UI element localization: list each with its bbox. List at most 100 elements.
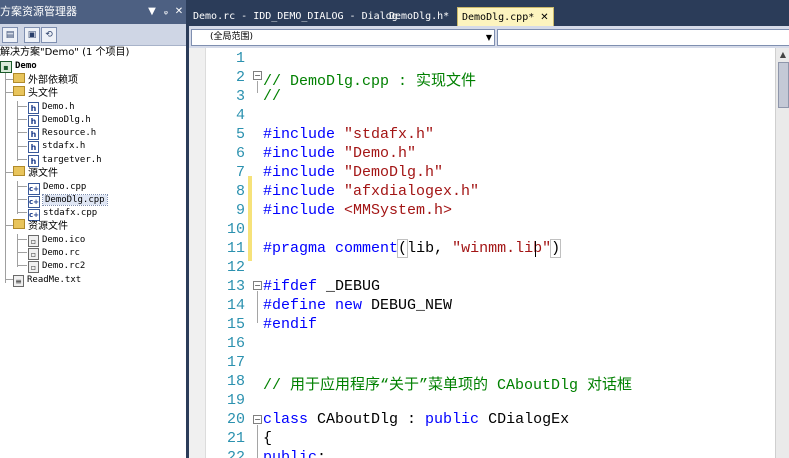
line-number: 5 xyxy=(235,126,245,143)
tree-item-file[interactable]: ▫ Demo.rc2 xyxy=(28,259,86,273)
dropdown-arrow-icon[interactable]: ▼ xyxy=(146,5,158,19)
collapse-icon[interactable]: − xyxy=(253,281,262,290)
close-tab-icon[interactable]: ✕ xyxy=(540,12,548,23)
line-number: 2 xyxy=(235,69,245,86)
tree-item-file[interactable]: c+ stdafx.cpp xyxy=(28,206,98,221)
tree-guide-line xyxy=(17,119,27,120)
code-line: // 用于应用程序“关于”菜单项的 CAboutDlg 对话框 xyxy=(263,377,633,394)
tab-label: DemoDlg.cpp* xyxy=(462,12,535,23)
tree-guide-line xyxy=(17,252,27,253)
code-line: #pragma comment(lib, "winmm.lib") xyxy=(263,239,562,258)
tree-item-resource-files[interactable]: 资源文件 xyxy=(13,219,68,232)
tree-item-label: 资源文件 xyxy=(28,221,68,232)
tree-item-label: stdafx.cpp xyxy=(43,208,98,218)
line-number: 1 xyxy=(235,50,245,67)
line-number: 10 xyxy=(226,221,245,238)
code-line: #include "Demo.h" xyxy=(263,145,417,162)
tree-item-file[interactable]: h targetver.h xyxy=(28,153,102,167)
scroll-thumb[interactable] xyxy=(778,62,789,108)
tree-item-solution[interactable]: 解决方案"Demo" (1 个项目) xyxy=(0,46,129,59)
tree-item-file[interactable]: h Resource.h xyxy=(28,126,97,140)
scope-dropdown[interactable]: (全局范围) ▼ xyxy=(191,29,495,46)
tree-item-file[interactable]: ▫ Demo.ico xyxy=(28,233,86,247)
tree-item-label: Resource.h xyxy=(42,128,97,138)
tree-item-label: Demo.ico xyxy=(42,235,86,245)
chevron-down-icon: ▼ xyxy=(485,33,492,42)
code-editor[interactable]: − − − 1 2 3 4 5 6 7 8 9 10 11 12 13 14 1… xyxy=(189,48,775,458)
member-dropdown[interactable] xyxy=(497,29,789,46)
line-number: 20 xyxy=(226,411,245,428)
tree-guide-line xyxy=(17,132,27,133)
pin-icon[interactable]: ᵩ xyxy=(160,5,172,19)
code-line: // xyxy=(263,88,282,105)
document-tabs: Demo.rc - IDD_DEMO_DIALOG - Dialog DemoD… xyxy=(189,0,789,27)
error-squiggle xyxy=(538,253,548,256)
tree-item-source-files[interactable]: 源文件 xyxy=(13,166,58,179)
tree-item-label: Demo.rc xyxy=(42,248,80,258)
tree-item-project[interactable]: ▪ Demo xyxy=(0,59,37,73)
outline-line xyxy=(257,425,258,458)
tree-guide-line xyxy=(5,225,13,226)
folder-icon xyxy=(13,166,25,176)
scope-value: (全局范围) xyxy=(210,32,254,42)
tree-guide-line xyxy=(17,239,27,240)
tab-demodlg-cpp[interactable]: DemoDlg.cpp* ✕ xyxy=(457,7,554,27)
folder-icon xyxy=(13,219,25,229)
line-number: 19 xyxy=(226,392,245,409)
line-number: 6 xyxy=(235,145,245,162)
project-icon: ▪ xyxy=(0,61,12,73)
refresh-icon[interactable]: ⟲ xyxy=(41,27,57,43)
tree-item-file[interactable]: h stdafx.h xyxy=(28,139,85,153)
vertical-scrollbar[interactable]: ▲ xyxy=(775,48,789,458)
tab-demo-rc[interactable]: Demo.rc - IDD_DEMO_DIALOG - Dialog xyxy=(193,9,398,26)
tree-item-external-dependencies[interactable]: 外部依赖项 xyxy=(13,73,78,86)
solution-explorer-panel: 方案资源管理器 ▼ ᵩ ✕ ▤ ▣ ⟲ 解决方案"Demo" (1 个项目) ▪… xyxy=(0,0,186,458)
collapse-icon[interactable]: − xyxy=(253,415,262,424)
tree-item-file-selected[interactable]: c+ DemoDlg.cpp xyxy=(28,193,108,208)
tree-guide-line xyxy=(17,265,27,266)
tree-guide-line xyxy=(17,101,18,161)
tree-guide-line xyxy=(17,146,27,147)
tree-item-label: Demo.rc2 xyxy=(42,261,86,271)
tree-item-label: 头文件 xyxy=(28,88,58,99)
tree-item-label: DemoDlg.cpp xyxy=(42,194,108,206)
navigation-bar: (全局范围) ▼ xyxy=(189,26,789,48)
folder-icon xyxy=(13,73,25,83)
tree-item-label: 解决方案"Demo" (1 个项目) xyxy=(0,47,130,58)
code-line: #endif xyxy=(263,316,318,333)
line-number: 15 xyxy=(226,316,245,333)
tree-guide-line xyxy=(17,186,27,187)
close-icon[interactable]: ✕ xyxy=(173,5,185,19)
code-line: #include "stdafx.h" xyxy=(263,126,435,143)
line-number: 22 xyxy=(226,449,245,458)
tab-demodlg-h[interactable]: DemoDlg.h* xyxy=(389,9,449,26)
solution-explorer-titlebar: 方案资源管理器 ▼ ᵩ ✕ xyxy=(0,0,186,24)
tree-item-label: Demo.cpp xyxy=(43,182,87,192)
line-number: 9 xyxy=(235,202,245,219)
code-line: #define new DEBUG_NEW xyxy=(263,297,453,314)
selection-margin xyxy=(189,48,206,458)
code-line: public: xyxy=(263,449,327,458)
line-number: 11 xyxy=(226,240,245,257)
line-number: 21 xyxy=(226,430,245,447)
change-marker xyxy=(248,233,252,261)
tab-label: DemoDlg.h* xyxy=(389,11,450,22)
tree-item-file[interactable]: ▫ Demo.rc xyxy=(28,246,80,260)
properties-icon[interactable]: ▤ xyxy=(2,27,18,43)
line-number: 7 xyxy=(235,164,245,181)
tree-guide-line xyxy=(5,79,13,80)
ide-window: 方案资源管理器 ▼ ᵩ ✕ ▤ ▣ ⟲ 解决方案"Demo" (1 个项目) ▪… xyxy=(0,0,789,458)
collapse-icon[interactable]: − xyxy=(253,71,262,80)
text-file-icon: ≡ xyxy=(13,275,24,287)
scroll-up-icon[interactable]: ▲ xyxy=(776,50,789,59)
tree-item-file[interactable]: ≡ ReadMe.txt xyxy=(13,273,81,287)
tree-guide-line xyxy=(17,106,27,107)
tree-item-file[interactable]: h DemoDlg.h xyxy=(28,113,91,127)
tree-item-header-files[interactable]: 头文件 xyxy=(13,86,58,99)
tree-item-label: targetver.h xyxy=(42,155,102,165)
line-number: 12 xyxy=(226,259,245,276)
tree-item-file[interactable]: c+ Demo.cpp xyxy=(28,180,87,195)
show-all-files-icon[interactable]: ▣ xyxy=(24,27,40,43)
line-number: 18 xyxy=(226,373,245,390)
tree-item-file[interactable]: h Demo.h xyxy=(28,100,75,114)
